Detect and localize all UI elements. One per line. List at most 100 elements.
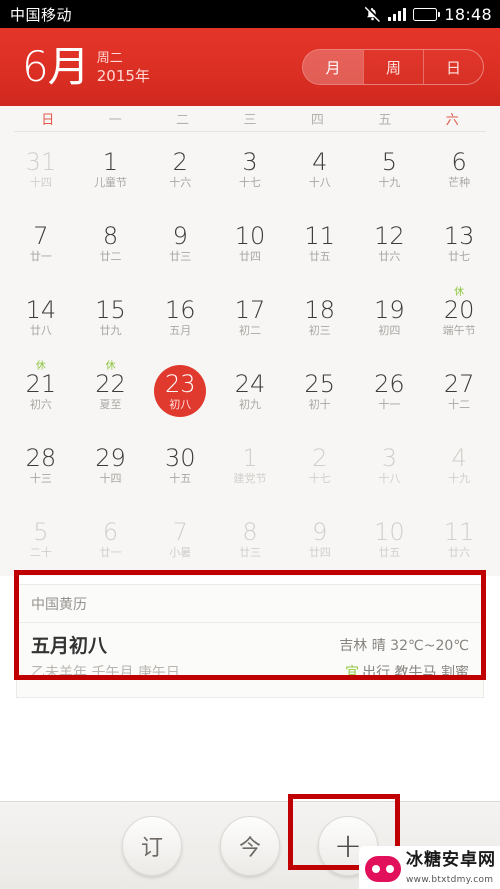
day-lunar-label: 廿一 xyxy=(99,545,122,559)
day-lunar-label: 十九 xyxy=(378,175,401,189)
day-cell[interactable]: 11 廿六 xyxy=(424,502,494,576)
day-solar-number: 2 xyxy=(172,147,188,176)
day-lunar-label: 十五 xyxy=(169,471,192,485)
weekday-header-row: 日一二三四五六 xyxy=(14,106,486,132)
day-cell[interactable]: 28 十三 xyxy=(6,428,76,502)
day-cell[interactable]: 4 十八 xyxy=(285,132,355,206)
day-lunar-label: 初六 xyxy=(29,397,52,411)
day-content: 22 夏至 xyxy=(95,371,126,412)
day-content: 21 初六 xyxy=(26,371,57,412)
day-cell[interactable]: 17 初二 xyxy=(215,280,285,354)
day-cell[interactable]: 8 廿三 xyxy=(215,502,285,576)
day-cell[interactable]: 27 十二 xyxy=(424,354,494,428)
clock-label: 18:48 xyxy=(444,4,492,24)
day-cell[interactable]: 14 廿八 xyxy=(6,280,76,354)
day-cell[interactable]: 18 初三 xyxy=(285,280,355,354)
rest-day-badge: 休 xyxy=(35,361,46,372)
day-content: 30 十五 xyxy=(165,445,196,486)
day-solar-number: 4 xyxy=(312,147,328,176)
day-cell[interactable]: 24 初九 xyxy=(215,354,285,428)
day-content: 9 廿三 xyxy=(169,223,191,264)
day-solar-number: 21 xyxy=(25,369,57,398)
month-title-block[interactable]: 6月 周二 2015年 xyxy=(22,46,150,88)
day-cell[interactable]: 5 十九 xyxy=(355,132,425,206)
day-solar-number: 18 xyxy=(304,295,335,324)
almanac-card[interactable]: 中国黄历 五月初八 乙未羊年 壬午月 庚午日 吉林 晴 32℃~20℃ 宜出行 … xyxy=(16,584,484,698)
signal-bars-icon xyxy=(388,7,407,21)
day-cell[interactable]: 9 廿四 xyxy=(285,502,355,576)
subscribe-button[interactable]: 订 xyxy=(122,815,182,876)
view-switch-option-2[interactable]: 日 xyxy=(423,50,483,84)
day-content: 25 初十 xyxy=(304,371,335,412)
day-solar-number: 6 xyxy=(451,147,467,176)
day-cell[interactable]: 1 儿童节 xyxy=(76,132,146,206)
day-lunar-label: 十九 xyxy=(448,471,471,485)
day-cell[interactable]: 1 建党节 xyxy=(215,428,285,502)
day-cell[interactable]: 25 初十 xyxy=(285,354,355,428)
day-cell[interactable]: 6 廿一 xyxy=(76,502,146,576)
day-solar-number: 2 xyxy=(312,443,328,472)
day-content: 1 儿童节 xyxy=(94,149,127,190)
site-watermark: 冰糖安卓网 www.btxtdmy.com xyxy=(359,846,500,889)
day-solar-number: 12 xyxy=(374,221,405,250)
day-cell[interactable]: 7 小暑 xyxy=(145,502,215,576)
weekday-label-1: 一 xyxy=(108,113,122,128)
day-cell[interactable]: 23 初八 xyxy=(145,354,215,428)
day-cell[interactable]: 2 十七 xyxy=(285,428,355,502)
day-cell[interactable]: 2 十六 xyxy=(145,132,215,206)
day-cell[interactable]: 休 21 初六 xyxy=(6,354,76,428)
day-content: 10 廿四 xyxy=(235,223,266,264)
view-switch[interactable]: 月周日 xyxy=(302,49,484,85)
day-cell[interactable]: 12 廿六 xyxy=(355,206,425,280)
day-cell[interactable]: 3 十七 xyxy=(215,132,285,206)
day-content: 8 廿三 xyxy=(239,519,261,560)
day-content: 1 建党节 xyxy=(233,445,266,486)
day-grid[interactable]: 31 十四 1 儿童节 2 十六 3 十七 4 十八 5 十九 6 芒种 7 廿一 8 廿二 9 廿三 10 廿四 11 廿五… xyxy=(6,132,494,576)
today-button[interactable]: 今 xyxy=(220,815,280,876)
day-content: 20 端午节 xyxy=(443,297,476,338)
day-cell[interactable]: 29 十四 xyxy=(76,428,146,502)
day-solar-number: 17 xyxy=(234,295,266,324)
day-content: 11 廿六 xyxy=(444,519,475,560)
day-cell[interactable]: 26 十一 xyxy=(355,354,425,428)
day-cell[interactable]: 10 廿四 xyxy=(215,206,285,280)
day-solar-number: 30 xyxy=(165,443,196,472)
day-cell[interactable]: 休 20 端午节 xyxy=(424,280,494,354)
almanac-card-body: 五月初八 乙未羊年 壬午月 庚午日 吉林 晴 32℃~20℃ 宜出行 教牛马 割… xyxy=(17,623,483,697)
day-cell[interactable]: 19 初四 xyxy=(355,280,425,354)
day-content: 9 廿四 xyxy=(309,519,331,560)
day-solar-number: 1 xyxy=(242,443,258,472)
day-content: 6 芒种 xyxy=(448,149,470,190)
day-lunar-label: 二十 xyxy=(29,545,52,559)
yi-items-label: 出行 教牛马 割蜜 xyxy=(362,665,469,681)
day-content: 27 十二 xyxy=(444,371,475,412)
day-cell[interactable]: 6 芒种 xyxy=(424,132,494,206)
yi-badge: 宜 xyxy=(345,665,360,681)
day-solar-number: 9 xyxy=(312,517,328,546)
day-cell[interactable]: 31 十四 xyxy=(6,132,76,206)
calendar-grid-section: 日一二三四五六 31 十四 1 儿童节 2 十六 3 十七 4 十八 5 十九 6 芒种 7 廿一 8 廿二 9 廿三… xyxy=(0,106,500,576)
watermark-url: www.btxtdmy.com xyxy=(406,875,494,885)
day-solar-number: 27 xyxy=(443,369,475,398)
day-cell[interactable]: 5 二十 xyxy=(6,502,76,576)
day-cell[interactable]: 13 廿七 xyxy=(424,206,494,280)
view-switch-option-0[interactable]: 月 xyxy=(303,50,363,84)
day-cell[interactable]: 16 五月 xyxy=(145,280,215,354)
day-cell[interactable]: 9 廿三 xyxy=(145,206,215,280)
day-cell[interactable]: 4 十九 xyxy=(424,428,494,502)
day-content: 2 十七 xyxy=(309,445,331,486)
auspicious-line: 宜出行 教牛马 割蜜 xyxy=(339,661,469,685)
day-cell[interactable]: 30 十五 xyxy=(145,428,215,502)
day-cell[interactable]: 休 22 夏至 xyxy=(76,354,146,428)
day-lunar-label: 十八 xyxy=(378,471,401,485)
day-solar-number: 3 xyxy=(242,147,258,176)
day-cell[interactable]: 11 廿五 xyxy=(285,206,355,280)
day-lunar-label: 廿六 xyxy=(448,545,471,559)
day-solar-number: 28 xyxy=(25,443,57,472)
day-cell[interactable]: 10 廿五 xyxy=(355,502,425,576)
day-cell[interactable]: 15 廿九 xyxy=(76,280,146,354)
view-switch-option-1[interactable]: 周 xyxy=(363,50,423,84)
day-cell[interactable]: 7 廿一 xyxy=(6,206,76,280)
day-cell[interactable]: 3 十八 xyxy=(355,428,425,502)
day-cell[interactable]: 8 廿二 xyxy=(76,206,146,280)
